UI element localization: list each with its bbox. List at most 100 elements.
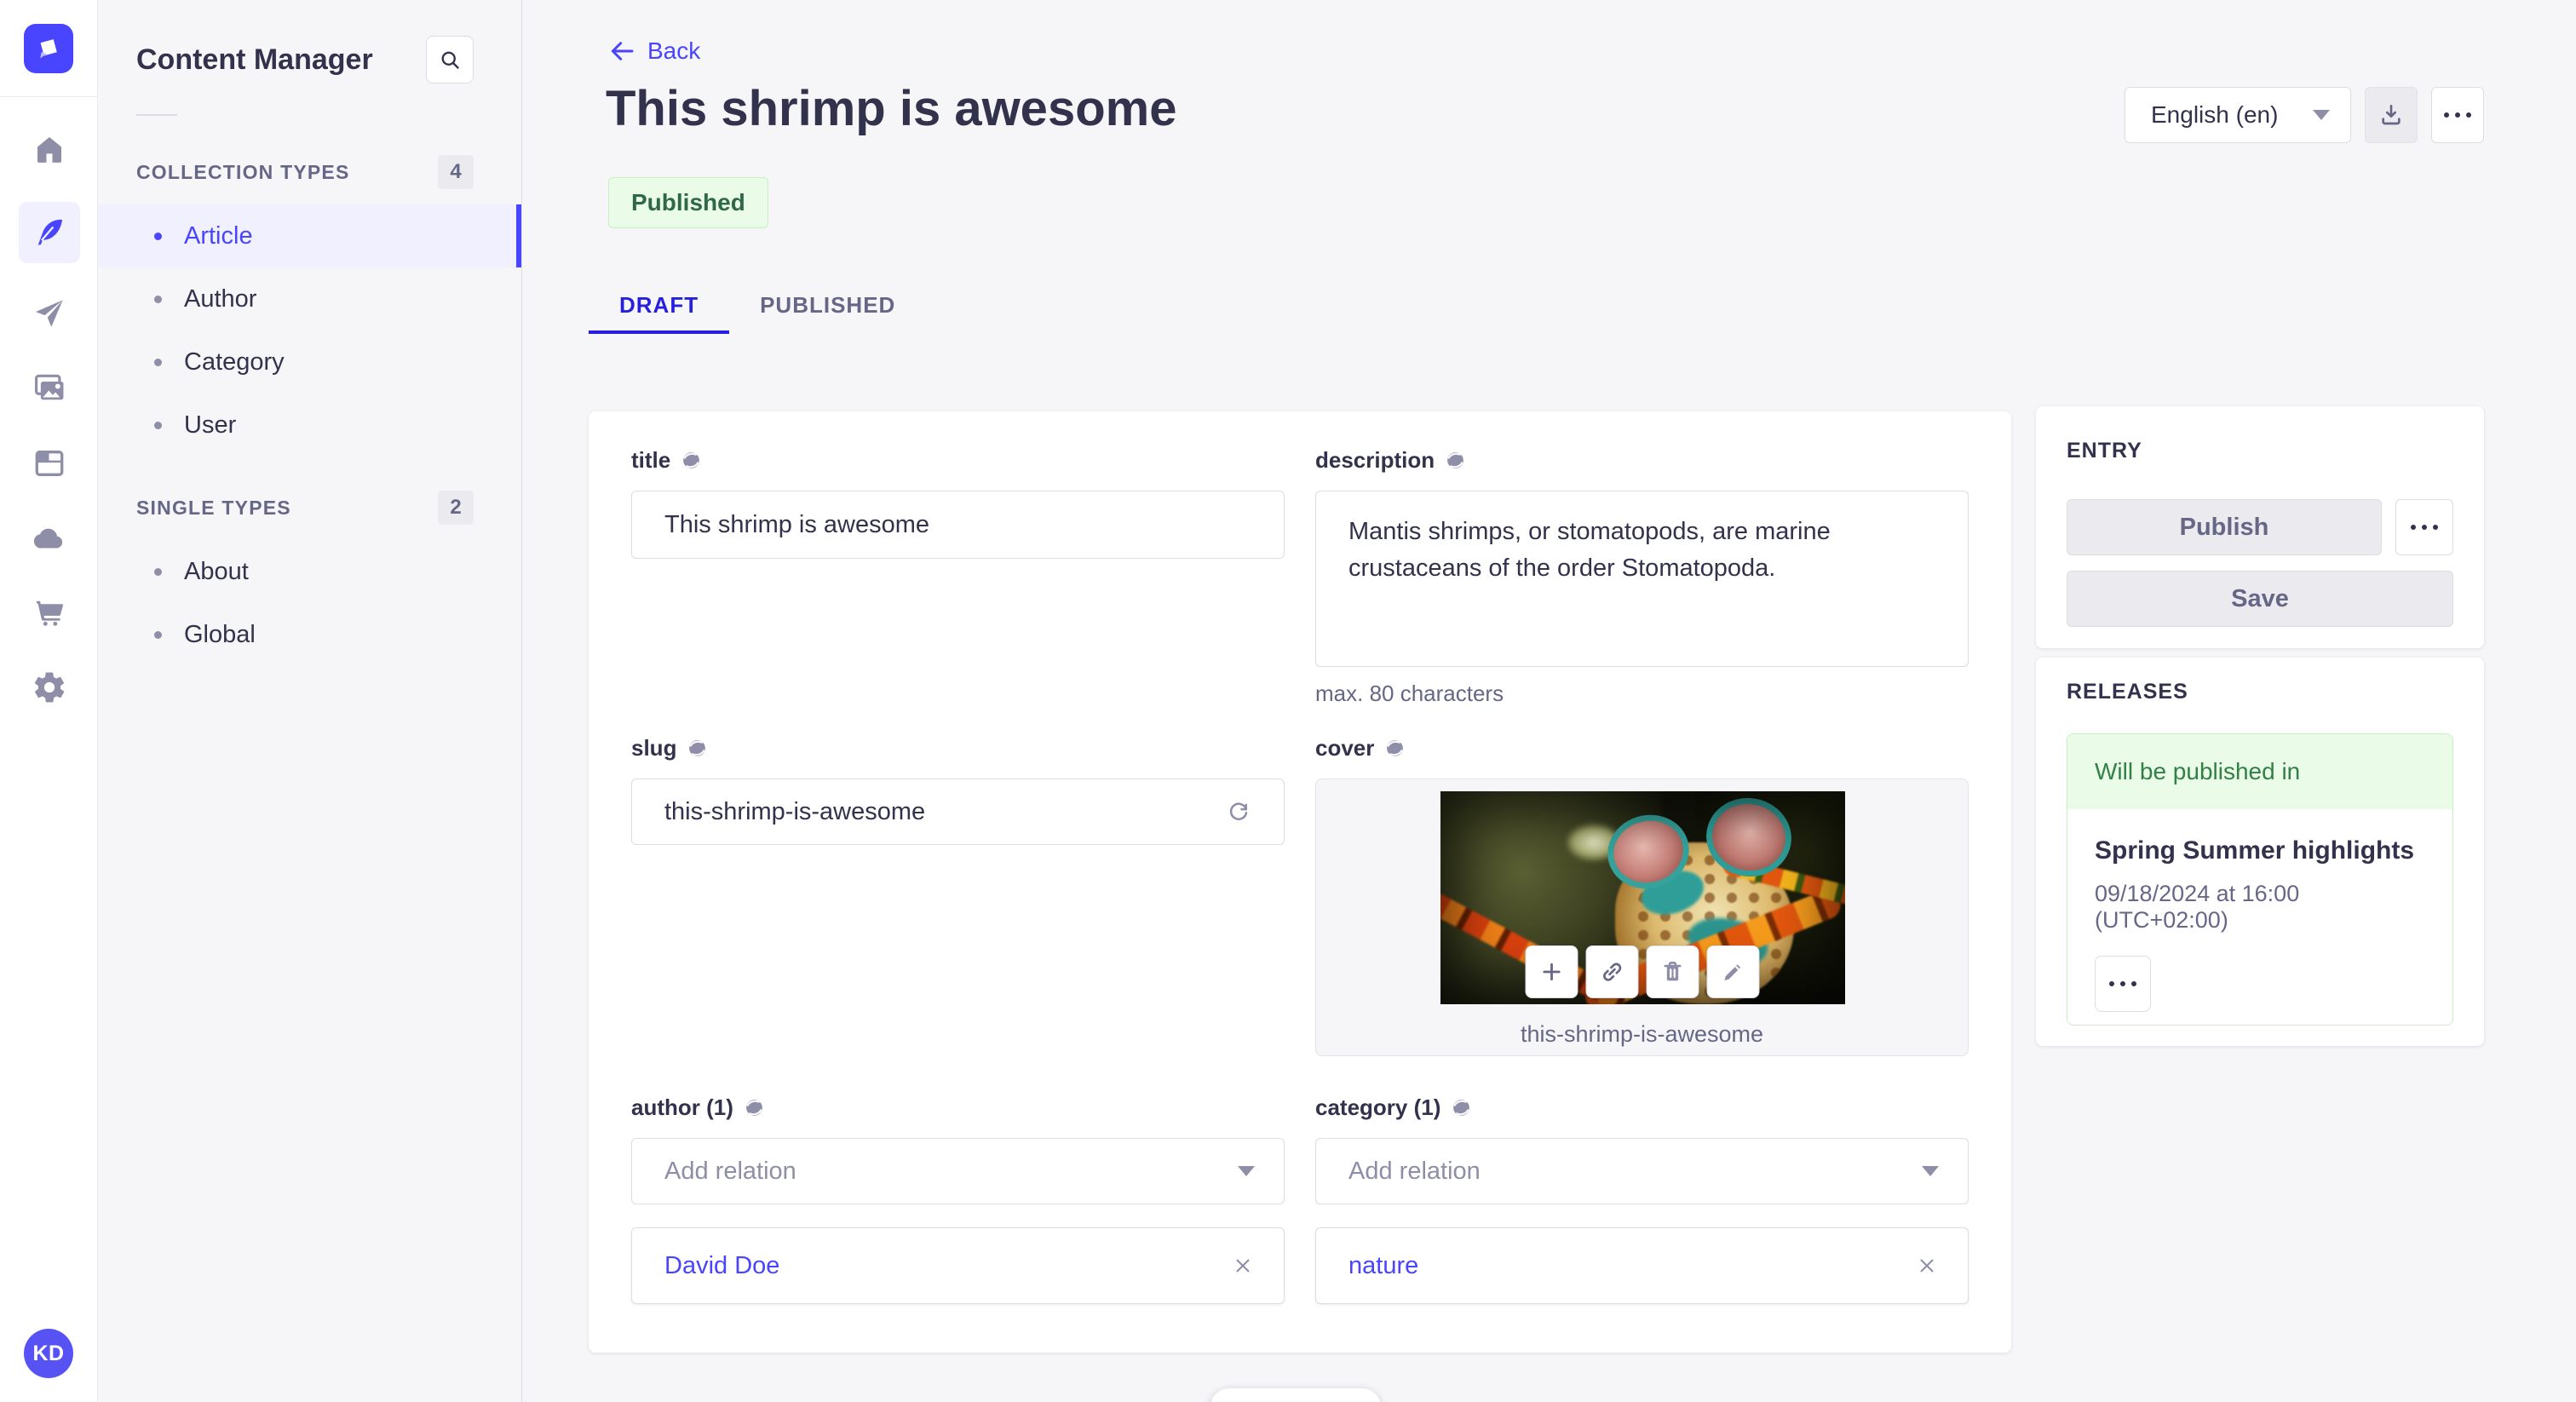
search-button[interactable] — [426, 36, 474, 83]
description-hint: max. 80 characters — [1315, 681, 1504, 706]
search-icon — [441, 51, 459, 69]
rail-divider — [0, 96, 98, 97]
download-button[interactable] — [2365, 87, 2418, 143]
locale-bar: English (en) — [2125, 87, 2484, 143]
more-options-button[interactable] — [2095, 956, 2151, 1012]
sidebar-item-global[interactable]: Global — [98, 603, 521, 666]
cloud-icon[interactable] — [19, 508, 80, 569]
link-icon — [1602, 962, 1621, 981]
avatar[interactable]: KD — [24, 1329, 73, 1378]
strapi-logo[interactable] — [24, 24, 73, 73]
bullet-icon — [154, 232, 162, 240]
chevron-down-icon — [2313, 110, 2330, 120]
field-author: author (1) Add relation David Doe — [631, 1095, 1285, 1304]
releases-panel: RELEASES Will be published in Spring Sum… — [2036, 658, 2484, 1046]
draft-published-tabs: DRAFT PUBLISHED — [589, 279, 926, 334]
collection-types-list: Article Author Category User — [98, 204, 521, 457]
sidebar-item-user[interactable]: User — [98, 394, 521, 457]
section-label-single-types: SINGLE TYPES — [136, 496, 291, 519]
sidebar-item-author[interactable]: Author — [98, 267, 521, 330]
status-badge: Published — [608, 177, 768, 228]
content-manager-icon[interactable] — [19, 202, 80, 263]
field-title: title This shrimp is awesome — [631, 447, 1285, 559]
page-title: This shrimp is awesome — [606, 81, 1177, 136]
more-options-button[interactable] — [2431, 87, 2484, 143]
description-textarea[interactable]: Mantis shrimps, or stomatopods, are mari… — [1315, 491, 1969, 667]
locale-globe-icon — [689, 740, 706, 756]
collection-types-count-badge: 4 — [438, 155, 474, 189]
locale-globe-icon — [746, 1100, 762, 1116]
locale-globe-icon — [1453, 1100, 1470, 1116]
app-root: KD Content Manager COLLECTION TYPES 4 Ar… — [0, 0, 2576, 1402]
locale-select[interactable]: English (en) — [2125, 87, 2351, 143]
field-cover: cover this-shrimp-is-awesome — [1315, 735, 1969, 1056]
single-types-list: About Global — [98, 540, 521, 666]
title-input[interactable]: This shrimp is awesome — [631, 491, 1285, 559]
release-name[interactable]: Spring Summer highlights — [2095, 836, 2425, 865]
release-date: 09/18/2024 at 16:00 (UTC+02:00) — [2095, 881, 2300, 933]
relation-link[interactable]: nature — [1348, 1252, 1418, 1280]
field-category: category (1) Add relation nature — [1315, 1095, 1969, 1304]
entry-panel-title: ENTRY — [2067, 439, 2142, 463]
download-icon — [2382, 105, 2401, 125]
chevron-down-icon — [1922, 1166, 1939, 1176]
plus-icon — [1542, 962, 1561, 981]
single-types-count-badge: 2 — [438, 491, 474, 525]
cover-actions — [1525, 945, 1759, 998]
release-box: Will be published in Spring Summer highl… — [2067, 733, 2453, 1026]
delete-asset-button[interactable] — [1646, 945, 1699, 998]
releases-send-icon[interactable] — [19, 283, 80, 344]
settings-gear-icon[interactable] — [19, 657, 80, 718]
more-options-button[interactable] — [2395, 499, 2453, 555]
author-relation-select[interactable]: Add relation — [631, 1138, 1285, 1204]
remove-relation-button[interactable] — [1231, 1254, 1255, 1278]
slug-input[interactable]: this-shrimp-is-awesome — [631, 779, 1285, 845]
locale-globe-icon — [1447, 452, 1464, 468]
sidebar-item-article[interactable]: Article — [98, 204, 521, 267]
category-relation-select[interactable]: Add relation — [1315, 1138, 1969, 1204]
layout-icon[interactable] — [19, 433, 80, 494]
entry-panel: ENTRY Publish Save — [2036, 406, 2484, 648]
sidebar-item-about[interactable]: About — [98, 540, 521, 603]
close-icon — [1920, 1259, 1934, 1273]
ellipsis-icon — [2109, 981, 2136, 986]
field-description: description Mantis shrimps, or stomatopo… — [1315, 447, 1969, 707]
close-icon — [1236, 1259, 1250, 1273]
relation-link[interactable]: David Doe — [664, 1252, 779, 1280]
chevron-down-icon — [1238, 1166, 1255, 1176]
publish-button[interactable]: Publish — [2067, 499, 2382, 555]
trash-icon — [1664, 962, 1681, 981]
author-relation-item: David Doe — [631, 1227, 1285, 1304]
pencil-icon — [1724, 964, 1740, 980]
back-arrow-icon — [611, 42, 634, 60]
content-manager-subnav: Content Manager COLLECTION TYPES 4 Artic… — [98, 0, 522, 1402]
locale-globe-icon — [1387, 740, 1404, 756]
releases-panel-title: RELEASES — [2067, 680, 2188, 704]
strapi-logo-icon — [40, 39, 57, 59]
tab-draft[interactable]: DRAFT — [589, 279, 730, 334]
save-button[interactable]: Save — [2067, 571, 2453, 627]
copy-link-button[interactable] — [1585, 945, 1638, 998]
marketplace-cart-icon[interactable] — [19, 582, 80, 643]
subnav-divider — [136, 114, 177, 116]
home-icon[interactable] — [19, 119, 80, 181]
back-link[interactable]: Back — [608, 37, 700, 65]
floating-widget[interactable] — [1210, 1388, 1381, 1402]
locale-globe-icon — [683, 452, 700, 468]
nav-rail: KD — [0, 0, 98, 1402]
main-content: Back English (en) This shrimp is awesome… — [523, 0, 2576, 1402]
regenerate-slug-icon[interactable] — [1226, 799, 1251, 825]
bullet-icon — [154, 421, 162, 429]
ellipsis-icon — [2411, 525, 2438, 530]
release-status: Will be published in — [2067, 734, 2452, 809]
ellipsis-icon — [2444, 112, 2471, 118]
cover-caption: this-shrimp-is-awesome — [1520, 1021, 1764, 1047]
category-relation-item: nature — [1315, 1227, 1969, 1304]
remove-relation-button[interactable] — [1915, 1254, 1939, 1278]
edit-asset-button[interactable] — [1706, 945, 1759, 998]
sidebar-item-category[interactable]: Category — [98, 330, 521, 394]
media-library-icon[interactable] — [19, 358, 80, 419]
bullet-icon — [154, 630, 162, 639]
tab-published[interactable]: PUBLISHED — [729, 279, 926, 334]
add-asset-button[interactable] — [1525, 945, 1578, 998]
